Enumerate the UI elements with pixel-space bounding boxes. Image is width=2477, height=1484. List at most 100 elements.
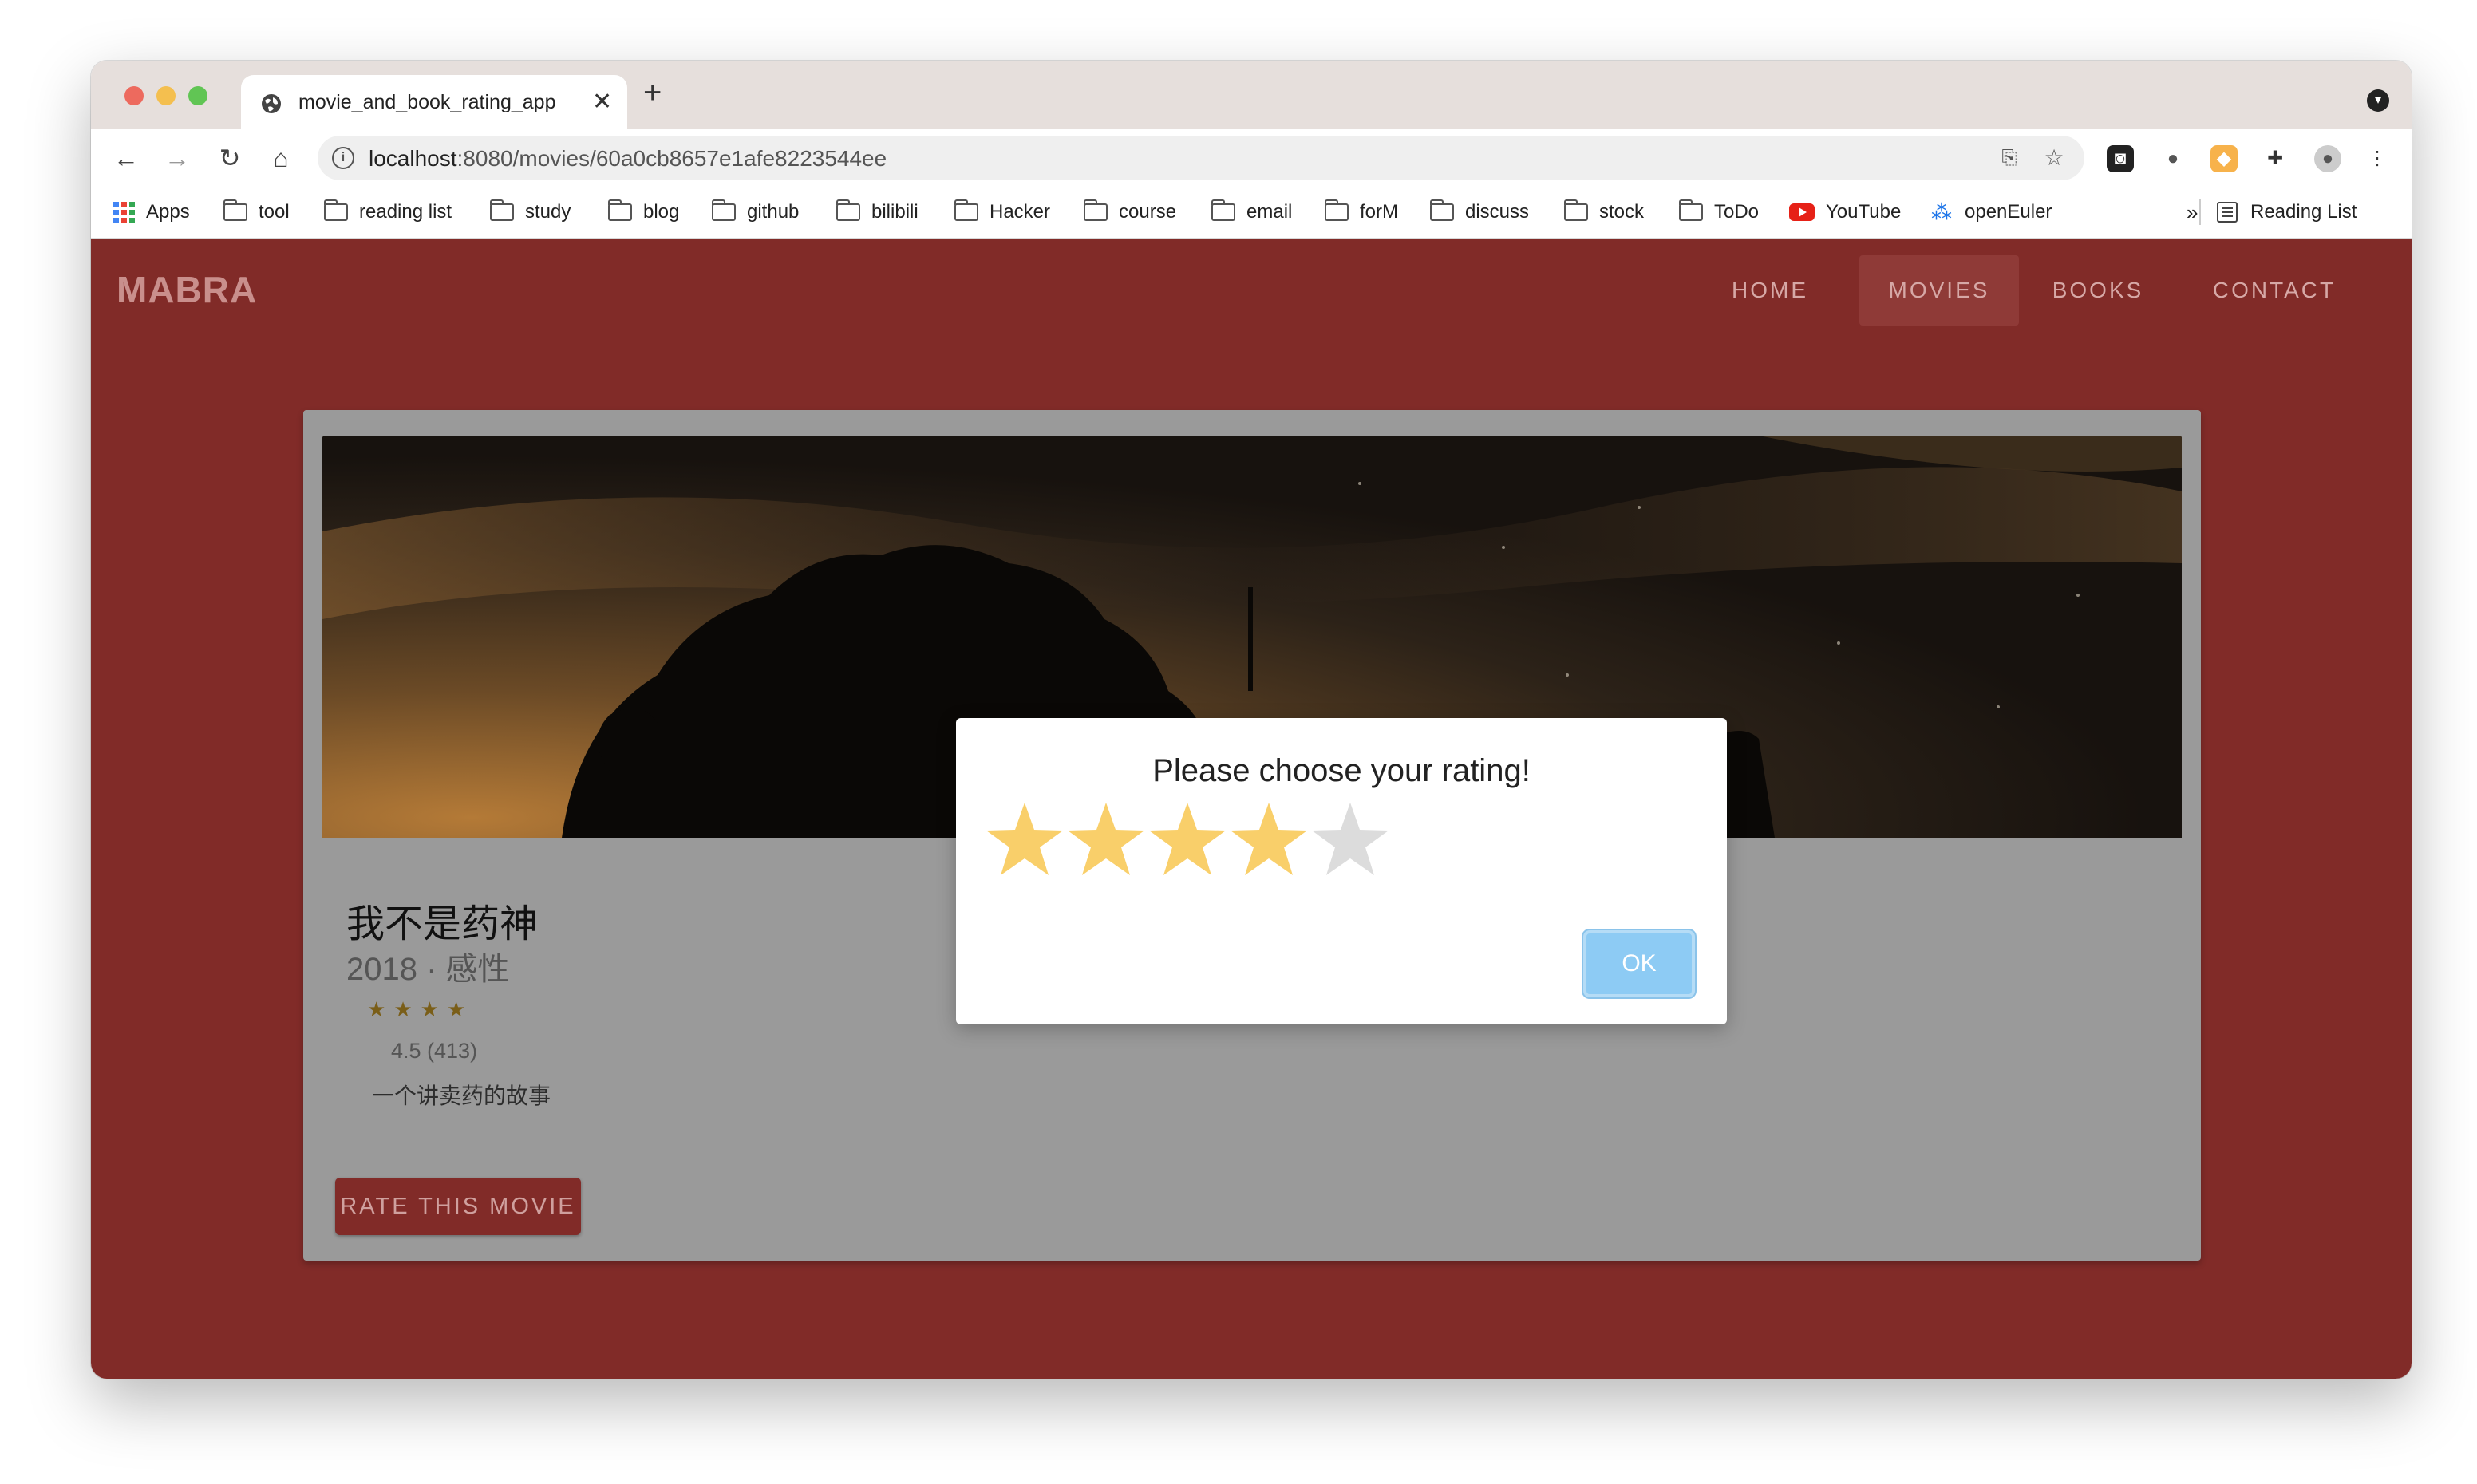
bookmarks-bar: Apps tool reading list study blog github…	[91, 187, 2412, 239]
nav-movies[interactable]: MOVIES	[1859, 255, 2019, 326]
bookmark-folder-github[interactable]: github	[712, 199, 799, 225]
bookmark-folder-bilibili[interactable]: bilibili	[836, 199, 919, 225]
bookmark-label: stock	[1599, 201, 1645, 223]
profile-avatar-icon[interactable]: ●	[2314, 145, 2341, 172]
folder-icon	[836, 199, 860, 221]
youtube-icon	[1789, 203, 1815, 221]
back-arrow-icon[interactable]: ←	[107, 139, 145, 177]
rating-star-5-icon[interactable]	[1310, 798, 1390, 881]
folder-icon	[712, 199, 736, 221]
reload-icon[interactable]: ↻	[211, 139, 249, 177]
movie-year-genre: 2018 · 感性	[346, 952, 510, 987]
extension-orange-icon[interactable]: ◆	[2210, 145, 2238, 172]
reading-list-label: Reading List	[2250, 201, 2357, 223]
apps-grid-icon	[113, 201, 135, 223]
bookmark-folder-course[interactable]: course	[1084, 199, 1176, 225]
nav-books[interactable]: BOOKS	[2046, 255, 2150, 326]
rating-star-picker	[985, 798, 1392, 881]
browser-menu-icon[interactable]: ⋮	[2364, 145, 2391, 172]
star-icon: ★	[446, 997, 466, 1021]
info-icon[interactable]: i	[332, 147, 354, 169]
bookmark-folder-reading-list[interactable]: reading list	[324, 199, 452, 225]
tab-title: movie_and_book_rating_app	[298, 91, 556, 113]
bookmark-folder-form[interactable]: forM	[1325, 199, 1398, 225]
bookmark-openeuler[interactable]: ⁂ openEuler	[1930, 199, 2052, 225]
folder-icon	[1430, 199, 1454, 221]
folder-icon	[954, 199, 978, 221]
rating-star-4-icon[interactable]	[1229, 798, 1309, 881]
rating-star-1-icon[interactable]	[985, 798, 1065, 881]
url-host: localhost	[369, 146, 457, 171]
bookmark-folder-study[interactable]: study	[490, 199, 571, 225]
close-tab-icon[interactable]: ✕	[592, 88, 612, 116]
reading-list-icon	[2217, 202, 2238, 223]
bookmark-label: github	[747, 201, 800, 223]
bookmark-folder-stock[interactable]: stock	[1564, 199, 1644, 225]
openeuler-icon: ⁂	[1931, 200, 1952, 224]
movie-title: 我不是药神	[346, 903, 539, 945]
star-icon: ★	[367, 997, 386, 1021]
folder-icon	[1325, 199, 1349, 221]
nav-home[interactable]: HOME	[1719, 255, 1821, 326]
extension-tomato-icon[interactable]: ●	[2159, 145, 2187, 172]
extension-glasses-icon[interactable]: ◙	[2107, 145, 2134, 172]
movie-rating-count: 4.5 (413)	[391, 1039, 478, 1063]
translate-icon[interactable]: ⎘	[1995, 144, 2024, 172]
rate-movie-button[interactable]: RATE THIS MOVIE	[335, 1178, 581, 1235]
bookmark-label: discuss	[1465, 201, 1530, 223]
bookmark-label: forM	[1360, 201, 1398, 223]
url-text: localhost:8080/movies/60a0cb8657e1afe822…	[369, 146, 887, 172]
forward-arrow-icon[interactable]: →	[158, 139, 196, 177]
close-window-button[interactable]	[124, 86, 144, 105]
folder-icon	[324, 199, 348, 221]
window-controls	[124, 86, 207, 105]
tab-search-icon[interactable]: ▾	[2367, 89, 2389, 112]
bookmark-folder-email[interactable]: email	[1211, 199, 1292, 225]
title-bar: movie_and_book_rating_app ✕ + ▾	[91, 61, 2412, 129]
bookmark-folder-tool[interactable]: tool	[223, 199, 290, 225]
bookmark-folder-hacker[interactable]: Hacker	[954, 199, 1050, 225]
bookmark-folder-discuss[interactable]: discuss	[1430, 199, 1529, 225]
nav-contact[interactable]: CONTACT	[2198, 255, 2351, 326]
maximize-window-button[interactable]	[188, 86, 207, 105]
ok-button[interactable]: OK	[1583, 930, 1695, 997]
bookmark-apps[interactable]: Apps	[113, 199, 190, 225]
bookmark-label: course	[1119, 201, 1177, 223]
browser-toolbar: ← → ↻ ⌂ i localhost:8080/movies/60a0cb86…	[91, 129, 2412, 187]
bookmark-label: tool	[259, 201, 290, 223]
address-bar[interactable]: i localhost:8080/movies/60a0cb8657e1afe8…	[318, 136, 2084, 180]
bookmark-label: YouTube	[1826, 201, 1902, 223]
globe-icon	[262, 94, 281, 113]
bookmark-youtube[interactable]: YouTube	[1789, 199, 1901, 225]
new-tab-button[interactable]: +	[643, 77, 662, 109]
reading-list-button[interactable]: Reading List	[2217, 199, 2357, 225]
bookmark-label: ToDo	[1714, 201, 1760, 223]
bookmark-label: study	[525, 201, 571, 223]
bookmark-label: openEuler	[1965, 201, 2052, 223]
star-icon: ★	[420, 997, 439, 1021]
bookmark-star-icon[interactable]: ☆	[2040, 144, 2068, 172]
site-brand[interactable]: MABRA	[117, 268, 257, 311]
rating-star-2-icon[interactable]	[1066, 798, 1146, 881]
bookmark-label: Hacker	[990, 201, 1051, 223]
rating-star-3-icon[interactable]	[1148, 798, 1227, 881]
minimize-window-button[interactable]	[156, 86, 176, 105]
folder-icon	[490, 199, 514, 221]
folder-icon	[1679, 199, 1703, 221]
bookmark-label: bilibili	[871, 201, 919, 223]
home-icon[interactable]: ⌂	[262, 139, 300, 177]
bookmarks-overflow-button[interactable]: »	[2187, 199, 2198, 225]
bookmark-label: email	[1246, 201, 1293, 223]
folder-icon	[1084, 199, 1108, 221]
bookmark-folder-blog[interactable]: blog	[608, 199, 679, 225]
star-icon: ★	[393, 997, 413, 1021]
bookmark-label: reading list	[359, 201, 452, 223]
rating-dialog-title: Please choose your rating!	[1152, 753, 1531, 788]
bookmark-folder-todo[interactable]: ToDo	[1679, 199, 1759, 225]
extensions-puzzle-icon[interactable]: ✚	[2262, 145, 2289, 172]
browser-tab[interactable]: movie_and_book_rating_app ✕	[241, 75, 627, 129]
movie-average-stars: ★ ★ ★ ★	[367, 997, 465, 1022]
bookmarks-separator	[2199, 199, 2201, 225]
folder-icon	[223, 199, 247, 221]
browser-window: movie_and_book_rating_app ✕ + ▾ ← → ↻ ⌂ …	[91, 61, 2412, 1379]
